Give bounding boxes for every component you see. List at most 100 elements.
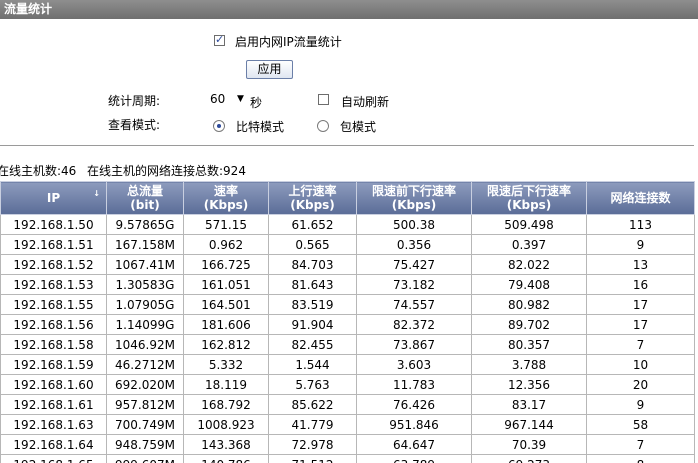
cell-upload-rate: 84.703 [268,254,357,275]
header-label: 限速前下行速率 [371,184,456,198]
cell-download-after-limit: 83.17 [471,394,587,415]
online-hosts-count: 在线主机数:46 [0,164,77,178]
table-body: 192.168.1.50 9.57865G 571.15 61.652 500.38 50… [0,214,695,463]
cell-upload-rate: 41.779 [268,414,357,435]
cell-connections: 10 [586,354,695,375]
cell-rate: 181.606 [183,314,269,335]
column-header-download-after-limit[interactable]: 限速后下行速率 (Kbps) [471,181,587,215]
cell-ip: 192.168.1.59 [0,354,107,375]
cell-ip: 192.168.1.50 [0,214,107,235]
column-header-ip[interactable]: IP ↓ [0,181,107,215]
cell-download-after-limit: 3.788 [471,354,587,375]
table-row: 192.168.1.50 9.57865G 571.15 61.652 500.38 50… [0,214,695,235]
table-row: 192.168.1.64 948.759M 143.368 72.978 64.647 7… [0,434,695,455]
cell-download-after-limit: 80.357 [471,334,587,355]
cell-download-after-limit: 0.397 [471,234,587,255]
cell-rate: 0.962 [183,234,269,255]
cell-rate: 161.051 [183,274,269,295]
cell-ip: 192.168.1.58 [0,334,107,355]
cell-download-after-limit: 69.273 [471,454,587,463]
auto-refresh-checkbox[interactable] [318,94,329,105]
apply-button[interactable]: 应用 [246,60,293,79]
cell-download-before-limit: 73.867 [356,334,472,355]
cell-connections: 9 [586,394,695,415]
cell-rate: 571.15 [183,214,269,235]
header-label: IP [46,191,61,205]
table-row: 192.168.1.52 1067.41M 166.725 84.703 75.427 8… [0,254,695,275]
view-mode-label: 查看模式: [108,118,161,132]
cell-download-after-limit: 967.144 [471,414,587,435]
cell-upload-rate: 0.565 [268,234,357,255]
sort-down-icon[interactable]: ↓ [93,187,100,201]
period-unit: 秒 [250,96,263,110]
cell-download-before-limit: 3.603 [356,354,472,375]
cell-total-traffic: 1.07905G [106,294,184,315]
cell-ip: 192.168.1.52 [0,254,107,275]
enable-ip-stats-checkbox[interactable] [214,33,225,46]
cell-upload-rate: 1.544 [268,354,357,375]
cell-upload-rate: 81.643 [268,274,357,295]
traffic-stats-page: 流量统计 启用内网IP流量统计 应用 统计周期: 60 ▼ 秒 自动刷新 查看模… [0,0,698,463]
header-unit: (bit) [130,198,160,212]
table-row: 192.168.1.65999.607M140.78671.51263.7896… [0,454,695,463]
cell-download-after-limit: 509.498 [471,214,587,235]
cell-total-traffic: 167.158M [106,234,184,255]
cell-total-traffic: 700.749M [106,414,184,435]
cell-download-before-limit: 500.38 [356,214,472,235]
cell-download-after-limit: 80.982 [471,294,587,315]
cell-connections: 58 [586,414,695,435]
cell-upload-rate: 5.763 [268,374,357,395]
divider [0,145,694,146]
cell-ip: 192.168.1.56 [0,314,107,335]
cell-rate: 5.332 [183,354,269,375]
column-header-rate[interactable]: 速率 (Kbps) [183,181,269,215]
cell-download-after-limit: 70.39 [471,434,587,455]
cell-total-traffic: 957.812M [106,394,184,415]
cell-ip: 192.168.1.65 [0,454,107,463]
column-header-connections[interactable]: 网络连接数 [586,181,695,215]
column-header-download-before-limit[interactable]: 限速前下行速率 (Kbps) [356,181,472,215]
header-label: 上行速率 [288,184,337,198]
cell-connections: 16 [586,274,695,295]
packet-mode-radio[interactable] [317,120,329,132]
header-unit: (Kbps) [391,198,437,212]
cell-rate: 162.812 [183,334,269,355]
cell-download-before-limit: 64.647 [356,434,472,455]
bit-mode-label: 比特模式 [236,120,285,134]
cell-download-after-limit: 79.408 [471,274,587,295]
period-label: 统计周期: [108,94,161,108]
cell-total-traffic: 1.14099G [106,314,184,335]
cell-total-traffic: 999.607M [106,454,184,463]
cell-download-after-limit: 82.022 [471,254,587,275]
cell-download-before-limit: 74.557 [356,294,472,315]
column-header-total-traffic[interactable]: 总流量 (bit) [106,181,184,215]
cell-total-traffic: 46.2712M [106,354,184,375]
cell-connections: 7 [586,334,695,355]
column-header-upload-rate[interactable]: 上行速率 (Kbps) [268,181,357,215]
cell-total-traffic: 948.759M [106,434,184,455]
cell-connections: 13 [586,254,695,275]
table-row: 192.168.1.59 46.2712M 5.332 1.544 3.603 3.788… [0,354,695,375]
cell-connections: 17 [586,314,695,335]
cell-connections: 7 [586,434,695,455]
dropdown-arrow-icon[interactable]: ▼ [237,90,244,108]
cell-connections: 113 [586,214,695,235]
bit-mode-radio[interactable] [213,120,225,132]
section-title: 流量统计 [0,0,698,19]
cell-connections: 20 [586,374,695,395]
table-row: 192.168.1.58 1046.92M 162.812 82.455 73.867 8… [0,334,695,355]
cell-download-before-limit: 82.372 [356,314,472,335]
cell-total-traffic: 692.020M [106,374,184,395]
header-label: 速率 [213,184,238,198]
cell-total-traffic: 1067.41M [106,254,184,275]
cell-upload-rate: 71.512 [268,454,357,463]
cell-download-after-limit: 12.356 [471,374,587,395]
table-row: 192.168.1.63 700.749M 1008.923 41.779 951.84… [0,414,695,435]
cell-rate: 164.501 [183,294,269,315]
cell-ip: 192.168.1.60 [0,374,107,395]
cell-total-traffic: 1.30583G [106,274,184,295]
traffic-table: IP ↓ 总流量 (bit) 速率 (Kbps) 上行速率 (Kbps) 限速前… [0,181,695,463]
cell-download-before-limit: 11.783 [356,374,472,395]
packet-mode-label: 包模式 [340,120,377,134]
cell-rate: 1008.923 [183,414,269,435]
